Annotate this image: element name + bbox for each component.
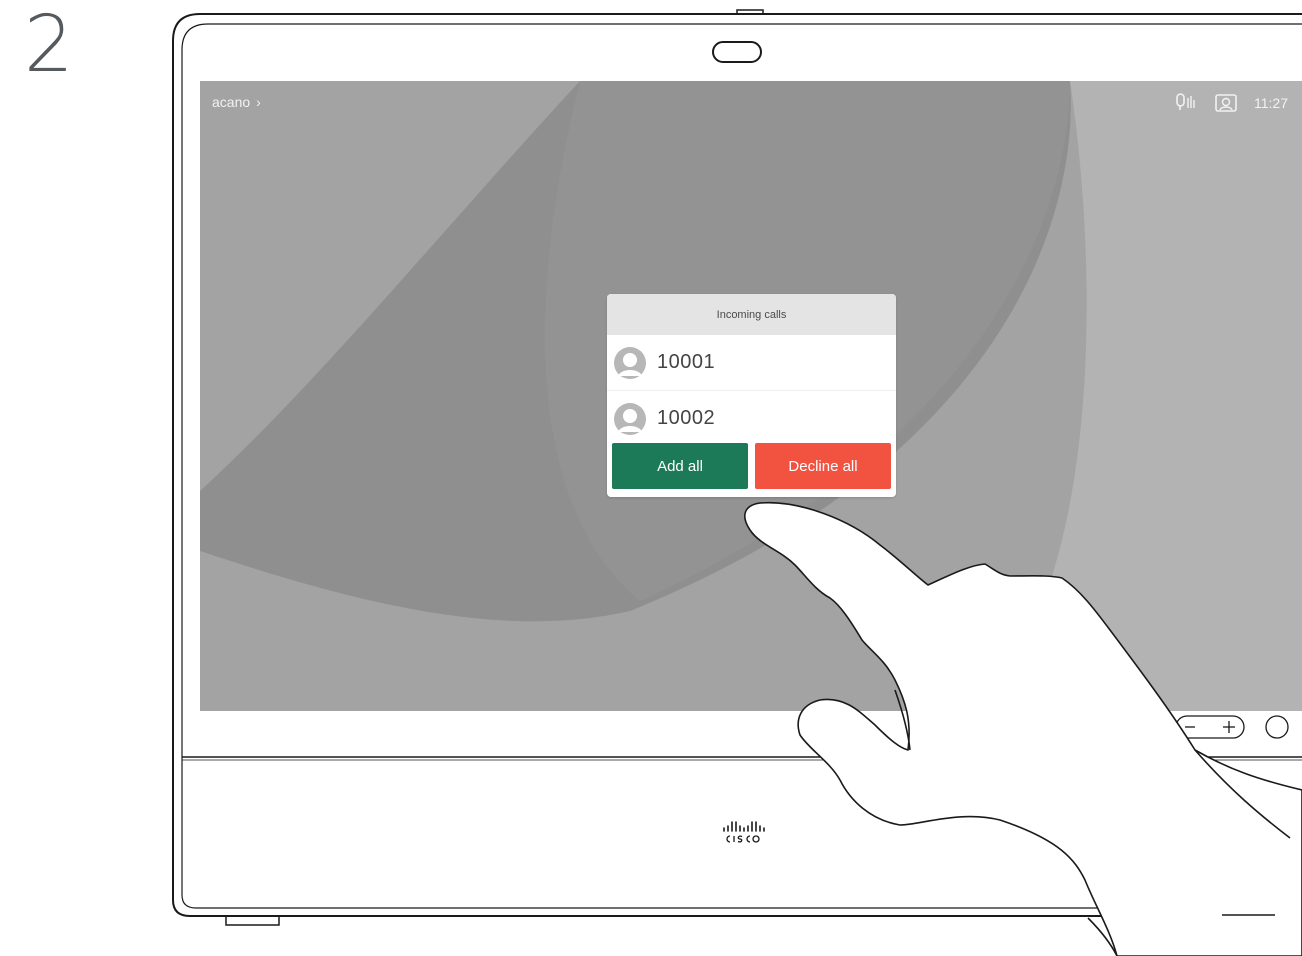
caller-number: 10002 (657, 407, 716, 429)
dialog-actions: Add all Decline all (607, 443, 896, 489)
round-button[interactable] (1265, 715, 1289, 739)
chevron-right-icon: › (256, 94, 261, 110)
caller-row[interactable]: 10002 (607, 391, 896, 446)
touch-screen: acano › 11:27 Incoming calls 10001 10002… (200, 81, 1302, 711)
dialog-title: Incoming calls (607, 294, 896, 335)
meeting-name: acano (212, 94, 251, 110)
clock: 11:27 (1254, 95, 1288, 111)
self-view-icon[interactable] (1214, 92, 1238, 114)
incoming-calls-dialog: Incoming calls 10001 10002 Add all Decli… (607, 294, 896, 497)
caller-number: 10001 (657, 351, 716, 373)
topbar-breadcrumb[interactable]: acano › (212, 94, 261, 110)
topbar-status: 11:27 (1174, 92, 1288, 114)
volume-control[interactable] (1175, 715, 1245, 739)
avatar-icon (614, 346, 646, 379)
avatar-icon (614, 402, 646, 435)
microphone-mute-icon[interactable] (1174, 92, 1198, 114)
add-all-button[interactable]: Add all (612, 443, 748, 489)
caller-row[interactable]: 10001 (607, 335, 896, 390)
cisco-logo (723, 821, 765, 843)
decline-all-button[interactable]: Decline all (755, 443, 891, 489)
